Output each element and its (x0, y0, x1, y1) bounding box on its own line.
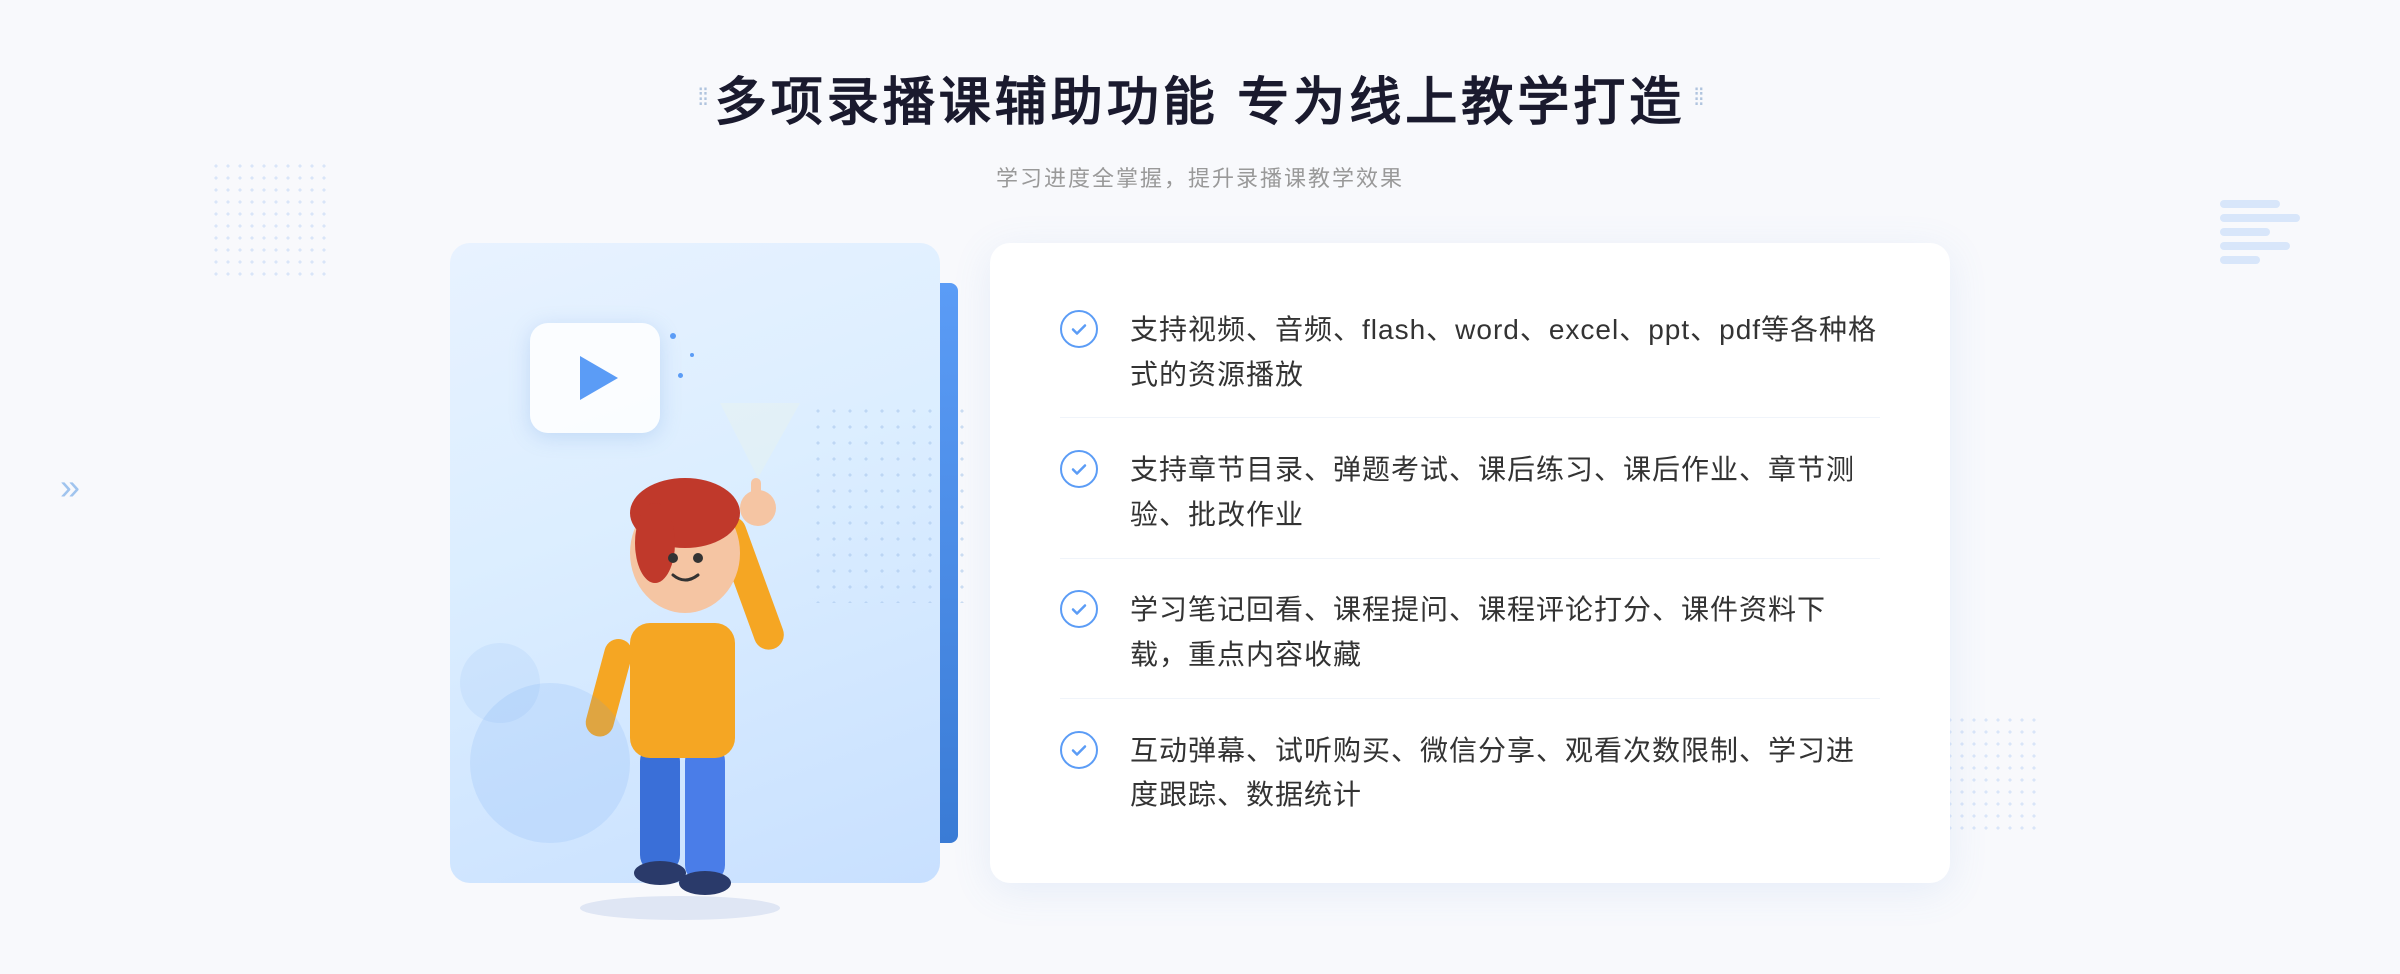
check-circle-1 (1060, 310, 1098, 348)
content-area: 支持视频、音频、flash、word、excel、ppt、pdf等各种格式的资源… (450, 243, 1950, 923)
sparkle-dot-2 (690, 353, 694, 357)
chevron-left-deco: » (60, 466, 80, 508)
feature-item-2: 支持章节目录、弹题考试、课后练习、课后作业、章节测验、批改作业 (1060, 428, 1880, 559)
feature-text-2: 支持章节目录、弹题考试、课后练习、课后作业、章节测验、批改作业 (1130, 448, 1880, 538)
lines-decoration (2220, 200, 2300, 320)
feature-item-1: 支持视频、音频、flash、word、excel、ppt、pdf等各种格式的资源… (1060, 288, 1880, 419)
feature-item-4: 互动弹幕、试听购买、微信分享、观看次数限制、学习进度跟踪、数据统计 (1060, 709, 1880, 839)
feature-text-1: 支持视频、音频、flash、word、excel、ppt、pdf等各种格式的资源… (1130, 308, 1880, 398)
check-icon-3 (1060, 590, 1100, 630)
play-triangle-icon (580, 356, 618, 400)
feature-item-3: 学习笔记回看、课程提问、课程评论打分、课件资料下载，重点内容收藏 (1060, 568, 1880, 699)
check-icon-1 (1060, 310, 1100, 350)
line-deco-5 (2220, 256, 2260, 264)
sparkle-dot-1 (670, 333, 676, 339)
accent-bar (940, 283, 958, 843)
features-panel: 支持视频、音频、flash、word、excel、ppt、pdf等各种格式的资源… (990, 243, 1950, 883)
line-deco-1 (2220, 200, 2280, 208)
feature-text-4: 互动弹幕、试听购买、微信分享、观看次数限制、学习进度跟踪、数据统计 (1130, 729, 1880, 819)
header-section: 多项录播课辅助功能 专为线上教学打造 学习进度全掌握，提升录播课教学效果 (0, 0, 2400, 213)
check-icon-4 (1060, 731, 1100, 771)
header-title-row: 多项录播课辅助功能 专为线上教学打造 (697, 60, 1702, 135)
page-container: » 多项录播课辅助功能 专为线上教学打造 学习进度全掌握，提升录播课教学效果 (0, 0, 2400, 974)
main-title: 多项录播课辅助功能 专为线上教学打造 (715, 60, 1685, 135)
person-illustration (510, 403, 850, 923)
line-deco-3 (2220, 228, 2270, 236)
check-circle-3 (1060, 590, 1098, 628)
dot-pattern-topleft (210, 160, 330, 280)
subtitle: 学习进度全掌握，提升录播课教学效果 (0, 161, 2400, 193)
check-icon-2 (1060, 450, 1100, 490)
check-circle-2 (1060, 450, 1098, 488)
check-circle-4 (1060, 731, 1098, 769)
line-deco-4 (2220, 242, 2290, 250)
line-deco-2 (2220, 214, 2300, 222)
illustration-panel (450, 243, 1010, 923)
circle-deco-small (460, 643, 540, 723)
feature-text-3: 学习笔记回看、课程提问、课程评论打分、课件资料下载，重点内容收藏 (1130, 588, 1880, 678)
sparkle-dot-3 (678, 373, 683, 378)
